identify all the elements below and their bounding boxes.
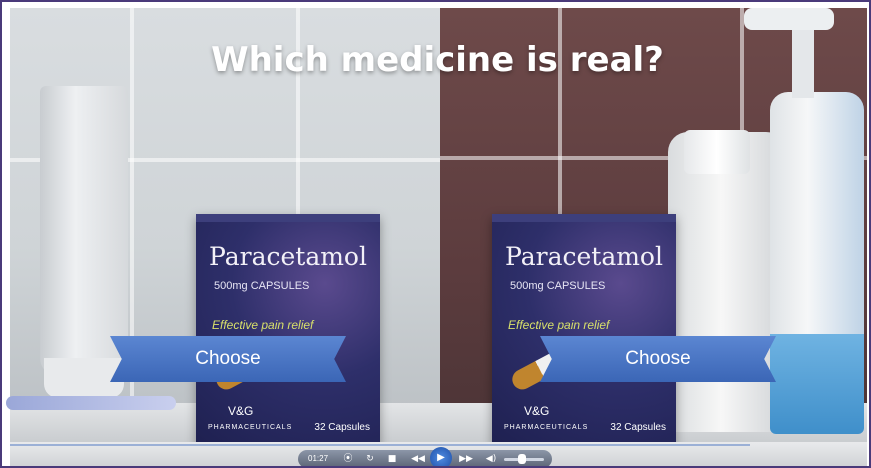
medicine-tagline: Effective pain relief bbox=[212, 318, 314, 332]
choose-left-label: Choose bbox=[195, 348, 261, 369]
box-lid bbox=[492, 214, 676, 222]
bookmark-icon[interactable]: ⦿ bbox=[340, 450, 356, 466]
brand-logo: V&G bbox=[228, 404, 254, 418]
replay-icon[interactable]: ↻ bbox=[362, 450, 378, 466]
rewind-icon[interactable]: ◀◀ bbox=[408, 450, 428, 466]
medicine-box-right: Paracetamol 500mg CAPSULES Effective pai… bbox=[492, 214, 676, 446]
play-icon[interactable]: ▶ bbox=[430, 447, 452, 466]
video-frame: Paracetamol 500mg CAPSULES Effective pai… bbox=[0, 0, 871, 468]
choose-left-button[interactable]: Choose bbox=[110, 336, 346, 382]
pump-head bbox=[744, 8, 834, 30]
volume-thumb[interactable] bbox=[518, 454, 526, 464]
toothpaste-tube bbox=[40, 86, 128, 376]
medicine-dose: 500mg CAPSULES bbox=[510, 280, 606, 292]
choose-right-button[interactable]: Choose bbox=[540, 336, 776, 382]
forward-icon[interactable]: ▶▶ bbox=[456, 450, 476, 466]
white-bottle-cap bbox=[684, 130, 750, 174]
medicine-dose: 500mg CAPSULES bbox=[214, 280, 310, 292]
capsule-count: 32 Capsules bbox=[314, 422, 370, 433]
medicine-tagline: Effective pain relief bbox=[508, 318, 610, 332]
box-lid bbox=[196, 214, 380, 222]
progress-bar[interactable] bbox=[10, 444, 750, 446]
volume-icon[interactable]: ◀) bbox=[482, 450, 500, 466]
medicine-name: Paracetamol bbox=[505, 242, 663, 271]
time-display: 01:27 bbox=[308, 454, 329, 463]
medicine-box-left: Paracetamol 500mg CAPSULES Effective pai… bbox=[196, 214, 380, 446]
quiz-question: Which medicine is real? bbox=[211, 40, 664, 80]
stop-icon[interactable]: ■ bbox=[384, 450, 400, 466]
manufacturer: PHARMACEUTICALS bbox=[208, 424, 293, 431]
medicine-name: Paracetamol bbox=[209, 242, 367, 271]
white-bottle bbox=[668, 132, 786, 432]
soap-liquid bbox=[770, 334, 864, 434]
capsule-count: 32 Capsules bbox=[610, 422, 666, 433]
brand-logo: V&G bbox=[524, 404, 550, 418]
manufacturer: PHARMACEUTICALS bbox=[504, 424, 589, 431]
toothbrush bbox=[6, 396, 176, 410]
choose-right-label: Choose bbox=[625, 348, 691, 369]
